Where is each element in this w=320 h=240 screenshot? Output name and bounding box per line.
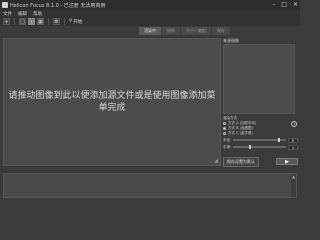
mode-tabs: 渲染中 修饰 大小 / 裁剪 保存 [139, 27, 230, 35]
method-c-label: 方式 C (金字塔) [228, 131, 253, 135]
settings-button[interactable]: ⚙ [53, 18, 60, 25]
render-button-label: 开始 [73, 19, 83, 25]
radius-row: 半径: 8 [223, 137, 298, 143]
close-button[interactable]: ✕ [293, 1, 298, 9]
render-icon: ⚲ [69, 19, 73, 24]
add-images-button[interactable]: + [3, 18, 10, 25]
radio-button[interactable] [223, 127, 226, 130]
render-button[interactable]: ⚲ 开始 [69, 19, 82, 25]
render-actions: 保存设置为默认 ▶ [223, 156, 298, 167]
help-icon[interactable]: ? [291, 121, 297, 127]
menu-item-help[interactable]: 帮助 [33, 11, 42, 17]
window-controls: – □ ✕ [272, 1, 298, 9]
save-defaults-button[interactable]: 保存设置为默认 [223, 156, 259, 167]
radio-button[interactable] [223, 122, 226, 125]
title-bar: Helicon Focus 8.1.0 - 已注册 无法用商用 – □ ✕ [0, 0, 300, 10]
app-logo-icon [2, 2, 8, 8]
view-single-button[interactable]: ▢ [19, 18, 26, 25]
split-view-icon: ▥ [29, 18, 34, 25]
play-icon: ▶ [285, 158, 289, 165]
tab-retouching[interactable]: 修饰 [162, 27, 180, 35]
radius-label: 半径: [223, 137, 232, 142]
tab-rendering[interactable]: 渲染中 [139, 27, 161, 35]
toolbar: + ▢ ▥ ▦ ⚙ ⚲ 开始 [0, 17, 300, 26]
image-drop-area[interactable]: 请推动图像到此以便添加源文件或是使用图像添加菜单完成 ◢ [3, 38, 221, 166]
log-scrollbar[interactable]: ▲ [291, 174, 296, 197]
source-panel: 来源图像 渲染方式 方式 A (加权平均) 方式 B (深度图) 方式 C (金… [223, 38, 298, 170]
gear-icon: ⚙ [54, 18, 59, 25]
smoothing-value[interactable]: 4 [288, 144, 298, 150]
grid-view-icon: ▦ [38, 18, 43, 25]
view-split-button[interactable]: ▥ [28, 18, 35, 25]
single-view-icon: ▢ [20, 18, 25, 25]
menu-item-edit[interactable]: 编辑 [18, 11, 27, 17]
radio-button[interactable] [223, 132, 226, 135]
log-panel: ▲ [3, 173, 297, 198]
view-grid-button[interactable]: ▦ [37, 18, 44, 25]
scroll-up-icon[interactable]: ▲ [292, 174, 295, 179]
drop-instructions: 请推动图像到此以便添加源文件或是使用图像添加菜单完成 [8, 91, 216, 113]
maximize-button[interactable]: □ [281, 1, 287, 9]
resize-grip-icon[interactable]: ◢ [214, 158, 218, 164]
smoothing-label: 平滑: [223, 144, 232, 149]
slider-handle[interactable] [249, 145, 252, 149]
window-title: Helicon Focus 8.1.0 - 已注册 无法用商用 [10, 2, 106, 9]
add-icon: + [4, 18, 9, 25]
radius-value[interactable]: 8 [288, 137, 298, 143]
tab-size-crop[interactable]: 大小 / 裁剪 [181, 27, 211, 35]
render-options: 渲染方式 方式 A (加权平均) 方式 B (深度图) 方式 C (金字塔) 半… [223, 116, 298, 150]
toolbar-separator [48, 18, 49, 25]
start-render-button[interactable]: ▶ [276, 158, 298, 165]
menu-bar: 文件 编辑 帮助 [0, 10, 300, 17]
menu-item-file[interactable]: 文件 [3, 11, 12, 17]
slider-handle[interactable] [278, 138, 281, 142]
source-image-list[interactable] [223, 44, 295, 114]
toolbar-separator [64, 18, 65, 25]
tab-save[interactable]: 保存 [211, 27, 230, 35]
radius-slider[interactable] [233, 138, 286, 142]
toolbar-separator [14, 18, 15, 25]
minimize-button[interactable]: – [272, 1, 275, 9]
method-option-c[interactable]: 方式 C (金字塔) [223, 131, 298, 136]
smoothing-slider[interactable] [233, 145, 286, 149]
smoothing-row: 平滑: 4 [223, 144, 298, 150]
